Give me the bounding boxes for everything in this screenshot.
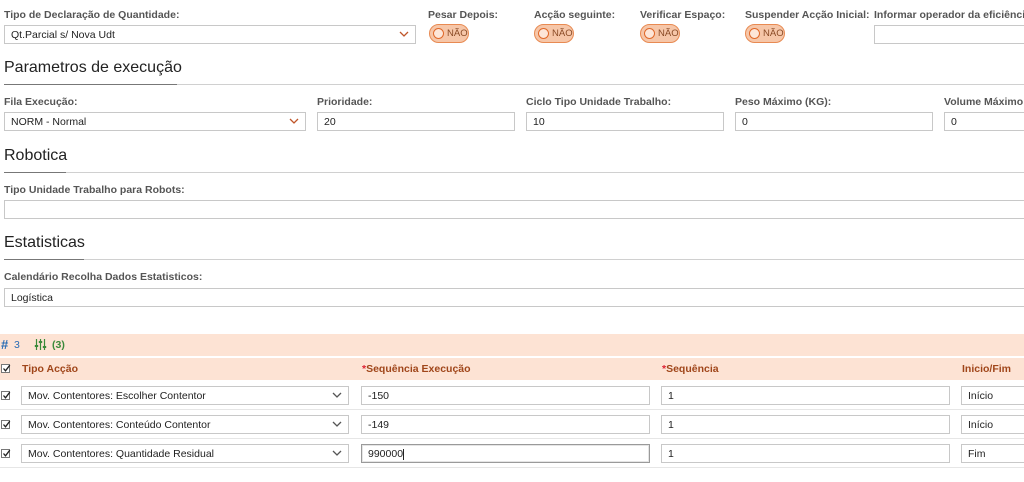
tipo-accao-value: Mov. Contentores: Conteúdo Contentor [28, 419, 211, 431]
robotica-title-underline [4, 172, 66, 173]
verificar-espaco-label: Verificar Espaço: [640, 9, 726, 21]
chevron-down-icon [332, 392, 342, 398]
chevron-down-icon [399, 31, 409, 37]
peso-maximo-label: Peso Máximo (KG): [735, 96, 832, 108]
pesar-depois-toggle-text: NÃO [447, 28, 468, 39]
toggle-knob-icon [749, 28, 760, 39]
tipo-declaracao-label: Tipo de Declaração de Quantidade: [4, 9, 180, 21]
ciclo-input[interactable]: 10 [526, 112, 724, 131]
estatisticas-divider [4, 259, 1024, 260]
tipo-accao-select[interactable]: Mov. Contentores: Escolher Contentor [21, 386, 349, 405]
pesar-depois-label: Pesar Depois: [428, 9, 499, 21]
volume-maximo-input[interactable]: 0 [944, 112, 1024, 131]
filter-count: (3) [52, 339, 65, 351]
sequencia-input[interactable]: 1 [661, 415, 950, 434]
row-divider [0, 409, 1024, 410]
row-checkbox[interactable] [1, 449, 11, 458]
toggle-knob-icon [538, 28, 549, 39]
informar-operador-input[interactable] [874, 25, 1024, 44]
row-divider [0, 438, 1024, 439]
checkmark-icon [3, 449, 11, 457]
row-checkbox[interactable] [1, 420, 11, 429]
informar-operador-label: Informar operador da eficiência: [874, 9, 1024, 21]
select-all-checkbox[interactable] [1, 364, 11, 373]
filter-sliders-icon[interactable] [34, 338, 47, 351]
seq-execucao-input-focused[interactable]: 990000 [361, 444, 650, 463]
peso-maximo-input[interactable]: 0 [735, 112, 933, 131]
suspender-accao-toggle-text: NÃO [763, 28, 784, 39]
checkmark-icon [3, 364, 11, 372]
robotica-divider [4, 172, 1024, 173]
execucao-title-underline [4, 84, 177, 85]
calendario-label: Calendário Recolha Dados Estatisticos: [4, 271, 203, 283]
toggle-knob-icon [433, 28, 444, 39]
tipo-accao-value: Mov. Contentores: Quantidade Residual [28, 448, 214, 460]
text-cursor [403, 448, 405, 460]
checkmark-icon [3, 420, 11, 428]
chevron-down-icon [289, 118, 299, 124]
chevron-down-icon [332, 450, 342, 456]
volume-maximo-label: Volume Máximo ( [944, 96, 1024, 108]
grid-header: Tipo Acção *Sequência Execução *Sequênci… [0, 358, 1024, 380]
fila-execucao-label: Fila Execução: [4, 96, 78, 108]
tipo-robots-label: Tipo Unidade Trabalho para Robots: [4, 184, 185, 196]
column-header-seq-execucao[interactable]: *Sequência Execução [362, 363, 471, 375]
fila-execucao-value: NORM - Normal [11, 116, 87, 128]
suspender-accao-label: Suspender Acção Inicial: [745, 9, 870, 21]
accao-seguinte-toggle-text: NÃO [552, 28, 573, 39]
tipo-declaracao-value: Qt.Parcial s/ Nova Udt [11, 29, 115, 41]
suspender-accao-toggle[interactable]: NÃO [745, 24, 785, 43]
column-header-tipo-accao[interactable]: Tipo Acção [22, 363, 78, 375]
seq-execucao-input[interactable]: -149 [361, 415, 650, 434]
estatisticas-section-title: Estatisticas [4, 234, 85, 251]
row-checkbox[interactable] [1, 391, 11, 400]
chevron-down-icon [332, 421, 342, 427]
calendario-input[interactable]: Logística [4, 288, 1024, 307]
execucao-section-title: Parametros de execução [4, 59, 182, 76]
accao-seguinte-toggle[interactable]: NÃO [534, 24, 574, 43]
column-header-sequencia[interactable]: *Sequência [662, 363, 719, 375]
accao-seguinte-label: Acção seguinte: [534, 9, 616, 21]
ciclo-label: Ciclo Tipo Unidade Trabalho: [526, 96, 672, 108]
row-count: 3 [14, 339, 20, 351]
robotica-section-title: Robotica [4, 147, 68, 164]
column-header-inicio-fim[interactable]: Inicio/Fim [962, 363, 1011, 375]
prioridade-label: Prioridade: [317, 96, 373, 108]
row-divider [0, 467, 1024, 468]
prioridade-input[interactable]: 20 [317, 112, 515, 131]
checkmark-icon [3, 391, 11, 399]
column-header-seq-execucao-label: Sequência Execução [366, 363, 471, 375]
tipo-accao-value: Mov. Contentores: Escolher Contentor [28, 390, 206, 402]
pesar-depois-toggle[interactable]: NÃO [429, 24, 469, 43]
seq-execucao-value: 990000 [368, 448, 404, 460]
tipo-accao-select[interactable]: Mov. Contentores: Quantidade Residual [21, 444, 349, 463]
seq-execucao-input[interactable]: -150 [361, 386, 650, 405]
toggle-knob-icon [644, 28, 655, 39]
inicio-fim-select[interactable]: Fim [961, 444, 1024, 463]
inicio-fim-select[interactable]: Início [961, 415, 1024, 434]
tipo-robots-input[interactable] [4, 200, 1024, 219]
estatisticas-title-underline [4, 259, 84, 260]
verificar-espaco-toggle-text: NÃO [658, 28, 679, 39]
inicio-fim-select[interactable]: Início [961, 386, 1024, 405]
hash-icon: # [1, 337, 9, 352]
tipo-accao-select[interactable]: Mov. Contentores: Conteúdo Contentor [21, 415, 349, 434]
tipo-declaracao-select[interactable]: Qt.Parcial s/ Nova Udt [4, 25, 416, 44]
column-header-sequencia-label: Sequência [666, 363, 719, 375]
fila-execucao-select[interactable]: NORM - Normal [4, 112, 306, 131]
verificar-espaco-toggle[interactable]: NÃO [640, 24, 680, 43]
sequencia-input[interactable]: 1 [661, 444, 950, 463]
grid-toolbar: # 3 (3) [0, 334, 1024, 356]
sequencia-input[interactable]: 1 [661, 386, 950, 405]
